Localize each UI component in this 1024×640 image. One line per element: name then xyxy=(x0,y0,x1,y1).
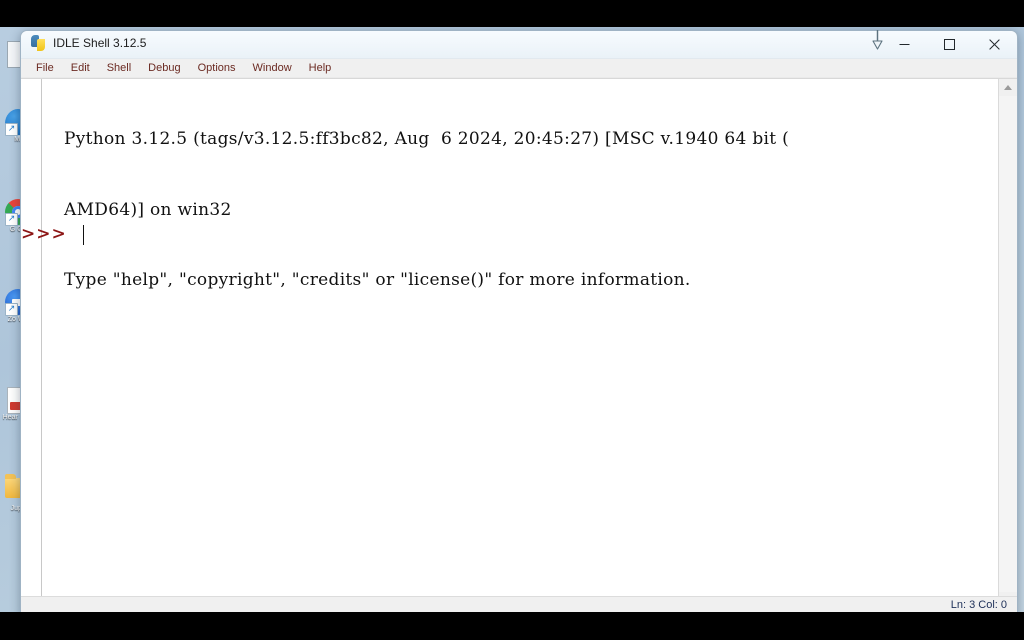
text-caret xyxy=(83,225,84,245)
titlebar-left-group: IDLE Shell 3.12.5 xyxy=(30,35,146,51)
idle-shell-window: IDLE Shell 3.12.5 File Edit Shell Debug … xyxy=(20,30,1018,616)
menu-item-debug[interactable]: Debug xyxy=(140,61,189,76)
menu-item-edit[interactable]: Edit xyxy=(63,61,99,76)
shell-output-line: Type "help", "copyright", "credits" or "… xyxy=(64,270,691,290)
window-titlebar[interactable]: IDLE Shell 3.12.5 xyxy=(21,31,1017,59)
shell-text-area[interactable]: Python 3.12.5 (tags/v3.12.5:ff3bc82, Aug… xyxy=(41,79,995,609)
shell-prompt: >>> xyxy=(21,224,67,244)
vertical-scrollbar[interactable] xyxy=(998,79,1017,609)
vertical-resize-cursor xyxy=(869,30,886,52)
menu-item-file[interactable]: File xyxy=(28,61,63,76)
minimize-button[interactable] xyxy=(882,31,927,58)
shell-output-line: Python 3.12.5 (tags/v3.12.5:ff3bc82, Aug… xyxy=(64,129,790,149)
shell-output-line: AMD64)] on win32 xyxy=(64,199,232,220)
screen: Mi G Ch Zo Wo Hear 30... xyxy=(0,0,1024,640)
shortcut-arrow-icon xyxy=(5,123,18,136)
menu-item-options[interactable]: Options xyxy=(190,61,245,76)
shortcut-arrow-icon xyxy=(5,303,18,316)
maximize-button[interactable] xyxy=(927,31,972,58)
shell-output: Python 3.12.5 (tags/v3.12.5:ff3bc82, Aug… xyxy=(64,81,991,340)
shell-gutter xyxy=(21,79,41,609)
menu-item-window[interactable]: Window xyxy=(245,61,301,76)
window-controls xyxy=(882,31,1017,58)
close-button[interactable] xyxy=(972,31,1017,58)
letterbox-top xyxy=(0,0,1024,27)
menu-item-help[interactable]: Help xyxy=(301,61,341,76)
shell-editor-area: Python 3.12.5 (tags/v3.12.5:ff3bc82, Aug… xyxy=(21,78,1017,609)
shortcut-arrow-icon xyxy=(5,213,18,226)
window-title: IDLE Shell 3.12.5 xyxy=(53,36,147,50)
python-logo-icon xyxy=(30,35,46,51)
scroll-up-arrow-icon[interactable] xyxy=(999,79,1017,96)
menu-item-shell[interactable]: Shell xyxy=(99,61,140,76)
menubar: File Edit Shell Debug Options Window Hel… xyxy=(21,59,1017,78)
letterbox-bottom xyxy=(0,612,1024,640)
cursor-position-status: Ln: 3 Col: 0 xyxy=(950,599,1007,611)
